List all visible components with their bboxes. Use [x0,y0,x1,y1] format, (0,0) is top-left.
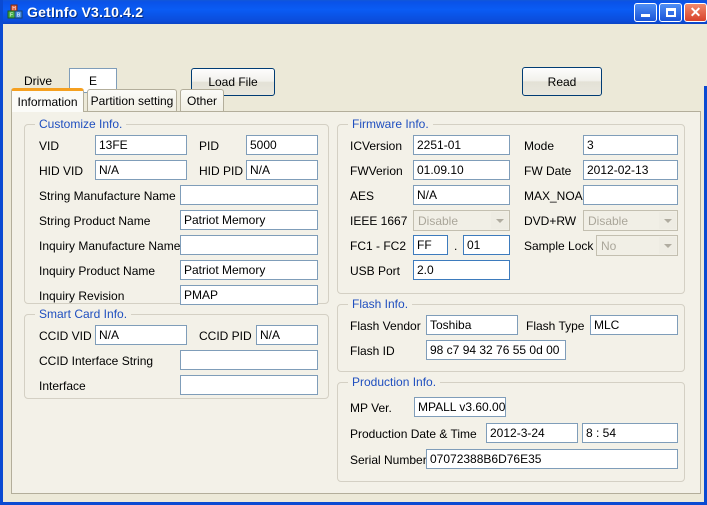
fc1-fc2-label: FC1 - FC2 [350,239,407,253]
flash-vendor-input[interactable]: Toshiba [426,315,518,335]
tab-strip: Information Partition setting Other [11,88,701,112]
chevron-down-icon[interactable] [491,212,508,229]
chevron-down-icon[interactable] [659,212,676,229]
smart-card-info-title: Smart Card Info. [35,307,132,321]
ieee-1667-label: IEEE 1667 [350,214,408,228]
serial-number-label: Serial Number [350,453,427,467]
ccid-vid-input[interactable]: N/A [95,325,187,345]
fwverion-label: FWVerion [350,164,403,178]
firmware-info-group: Firmware Info. ICVersion 2251-01 Mode 3 … [337,117,685,294]
flash-id-input[interactable]: 98 c7 94 32 76 55 0d 00 [426,340,566,360]
string-manufacture-name-label: String Manufacture Name [39,189,176,203]
ccid-interface-string-label: CCID Interface String [39,354,154,368]
fc-separator: . [454,239,458,253]
aes-input[interactable]: N/A [413,185,510,205]
mode-label: Mode [524,139,555,153]
hid-pid-label: HID PID [199,164,244,178]
dvd-rw-dropdown[interactable]: Disable [583,210,678,231]
flash-info-title: Flash Info. [348,297,413,311]
hid-vid-label: HID VID [39,164,84,178]
interface-input[interactable] [180,375,318,395]
smart-card-info-group: Smart Card Info. CCID VID N/A CCID PID N… [24,307,329,399]
flash-vendor-label: Flash Vendor [350,319,421,333]
inquiry-product-name-input[interactable]: Patriot Memory [180,260,318,280]
window-title: GetInfo V3.10.4.2 [27,4,144,20]
flash-type-label: Flash Type [526,319,585,333]
tab-partition-setting[interactable]: Partition setting [87,89,177,111]
inquiry-product-name-label: Inquiry Product Name [39,264,156,278]
icversion-input[interactable]: 2251-01 [413,135,510,155]
ieee-1667-value: Disable [418,213,459,228]
sample-lock-dropdown[interactable]: No [596,235,678,256]
customize-info-title: Customize Info. [35,117,127,131]
vid-input[interactable]: 13FE [95,135,187,155]
serial-number-input[interactable]: 07072388B6D76E35 [426,449,678,469]
pid-label: PID [199,139,220,153]
sample-lock-label: Sample Lock [524,239,594,253]
firmware-info-title: Firmware Info. [348,117,433,131]
close-icon[interactable]: ✕ [684,2,707,22]
hid-pid-input[interactable]: N/A [246,160,318,180]
inquiry-manufacture-name-input[interactable] [180,235,318,255]
fc1-input[interactable]: FF [413,235,448,255]
flash-type-input[interactable]: MLC [590,315,678,335]
production-info-title: Production Info. [348,375,441,389]
string-manufacture-name-input[interactable] [180,185,318,205]
string-product-name-input[interactable]: Patriot Memory [180,210,318,230]
minimize-icon[interactable] [634,2,657,22]
pid-input[interactable]: 5000 [246,135,318,155]
production-date-input[interactable]: 2012-3-24 [486,423,578,443]
fw-date-label: FW Date [524,164,572,178]
inquiry-revision-input[interactable]: PMAP [180,285,318,305]
max-noa-label: MAX_NOA [524,189,583,203]
dvd-rw-label: DVD+RW [524,214,577,228]
chevron-down-icon[interactable] [659,237,676,254]
flash-id-label: Flash ID [350,344,395,358]
fc2-input[interactable]: 01 [463,235,510,255]
app-blocks-icon: H F B [7,4,23,20]
dvd-rw-value: Disable [588,213,629,228]
ccid-pid-label: CCID PID [199,329,252,343]
vid-label: VID [39,139,60,153]
ieee-1667-dropdown[interactable]: Disable [413,210,510,231]
ccid-vid-label: CCID VID [39,329,92,343]
fwverion-input[interactable]: 01.09.10 [413,160,510,180]
usb-port-input[interactable]: 2.0 [413,260,510,280]
window-controls: ✕ [634,2,707,22]
production-info-group: Production Info. MP Ver. MPALL v3.60.00 … [337,375,685,482]
mp-ver-input[interactable]: MPALL v3.60.00 [414,397,506,417]
icversion-label: ICVersion [350,139,403,153]
flash-info-group: Flash Info. Flash Vendor Toshiba Flash T… [337,297,685,372]
hid-vid-input[interactable]: N/A [95,160,187,180]
information-tab-panel: Customize Info. VID 13FE PID 5000 HID VI… [11,111,701,494]
application-window: H F B GetInfo V3.10.4.2 ✕ Drive E Load F… [0,0,707,505]
top-toolbar: Drive E Load File Read [6,24,707,96]
sample-lock-value: No [601,238,617,253]
string-product-name-label: String Product Name [39,214,151,228]
tab-information[interactable]: Information [11,88,84,112]
max-noa-input[interactable] [583,185,678,205]
aes-label: AES [350,189,375,203]
drive-label: Drive [24,74,53,88]
production-time-input[interactable]: 8 : 54 [582,423,678,443]
maximize-icon[interactable] [659,2,682,22]
interface-label: Interface [39,379,86,393]
usb-port-label: USB Port [350,264,401,278]
tab-other[interactable]: Other [180,89,224,111]
ccid-pid-input[interactable]: N/A [256,325,318,345]
production-datetime-label: Production Date & Time [350,427,477,441]
title-bar: H F B GetInfo V3.10.4.2 ✕ [3,0,707,24]
mode-input[interactable]: 3 [583,135,678,155]
fw-date-input[interactable]: 2012-02-13 [583,160,678,180]
customize-info-group: Customize Info. VID 13FE PID 5000 HID VI… [24,117,329,305]
inquiry-manufacture-name-label: Inquiry Manufacture Name [39,239,181,253]
inquiry-revision-label: Inquiry Revision [39,289,125,303]
mp-ver-label: MP Ver. [350,401,392,415]
ccid-interface-string-input[interactable] [180,350,318,370]
svg-text:F: F [10,13,13,19]
